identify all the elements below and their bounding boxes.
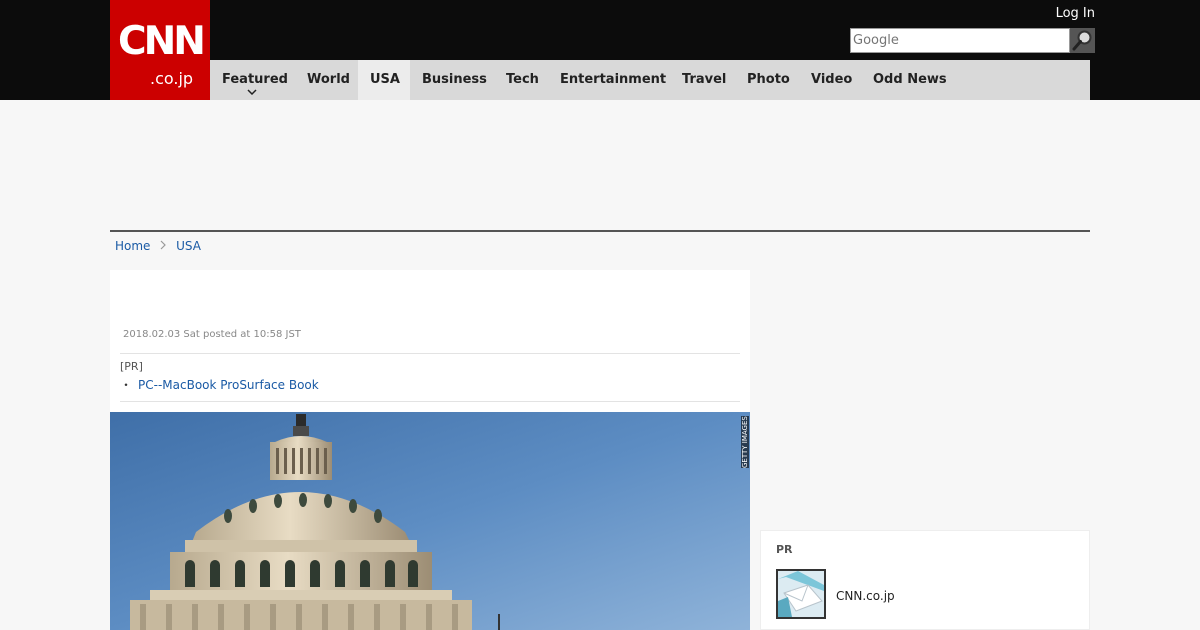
nav-item-travel[interactable]: Travel <box>670 60 735 100</box>
login-link[interactable]: Log In <box>1056 6 1095 22</box>
nav-item-featured[interactable]: Featured <box>210 60 296 100</box>
nav-item-label: World <box>307 72 350 87</box>
pr-block: [PR] ・ PC--MacBook ProSurface Book <box>120 353 740 402</box>
nav-item-label: Photo <box>747 72 790 87</box>
main-nav: Featured World USA Business Tech Enterta… <box>210 60 1090 100</box>
envelope-icon <box>778 571 824 617</box>
logo-sub-text: .co.jp <box>150 69 194 88</box>
chevron-down-icon <box>247 89 257 95</box>
nav-item-label: Tech <box>506 72 539 87</box>
nav-item-video[interactable]: Video <box>799 60 861 100</box>
breadcrumb: Home USA <box>115 238 201 254</box>
nav-item-usa[interactable]: USA <box>358 60 410 100</box>
pr-item-name[interactable]: CNN.co.jp <box>836 588 895 604</box>
nav-item-label: Featured <box>222 72 288 87</box>
nav-item-entertainment[interactable]: Entertainment <box>548 60 670 100</box>
nav-item-photo[interactable]: Photo <box>735 60 799 100</box>
cnn-logo[interactable]: CNN .co.jp <box>110 0 210 100</box>
section-divider <box>110 230 1090 232</box>
nav-item-odd-news[interactable]: Odd News <box>861 60 951 100</box>
bullet: ・ <box>120 378 133 392</box>
nav-item-label: Video <box>811 72 853 87</box>
breadcrumb-home[interactable]: Home <box>115 239 150 253</box>
nav-item-world[interactable]: World <box>296 60 358 100</box>
nav-item-label: Business <box>422 72 487 87</box>
search-button[interactable] <box>1070 28 1095 53</box>
pr-thumbnail[interactable] <box>776 569 826 619</box>
pr-tag: [PR] <box>120 360 143 373</box>
article-panel: 2018.02.03 Sat posted at 10:58 JST [PR] … <box>110 270 750 630</box>
sidebar-pr-label: PR <box>776 543 793 556</box>
posted-timestamp: 2018.02.03 Sat posted at 10:58 JST <box>123 329 301 340</box>
pr-link-row: ・ PC--MacBook ProSurface Book <box>120 377 740 393</box>
ad-space <box>110 100 1090 230</box>
nav-item-tech[interactable]: Tech <box>494 60 548 100</box>
chevron-right-icon <box>160 240 167 250</box>
nav-item-label: Odd News <box>873 72 947 87</box>
nav-item-label: Entertainment <box>560 72 667 87</box>
nav-item-business[interactable]: Business <box>410 60 494 100</box>
top-header-bar: CNN .co.jp Log In Featured World USA Bus… <box>0 0 1200 100</box>
photo-credit: GETTY IMAGES <box>741 416 749 468</box>
nav-item-label: Travel <box>682 72 727 87</box>
article-photo <box>110 412 750 630</box>
sidebar-pr-box: PR CNN.co.jp <box>760 530 1090 630</box>
search-input[interactable] <box>850 28 1070 53</box>
pr-link[interactable]: PC--MacBook ProSurface Book <box>138 378 319 392</box>
logo-main-text: CNN <box>118 19 206 64</box>
breadcrumb-usa[interactable]: USA <box>176 239 201 253</box>
magnifier-icon <box>1072 30 1092 51</box>
nav-item-label: USA <box>370 72 400 87</box>
